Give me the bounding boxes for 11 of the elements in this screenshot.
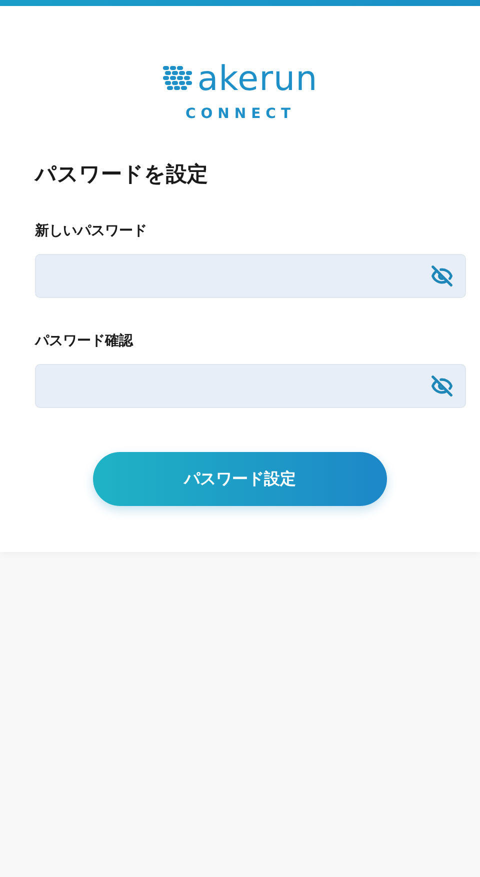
eye-off-icon[interactable] bbox=[431, 265, 453, 287]
logo-wordmark: akerun bbox=[197, 60, 318, 98]
eye-off-icon[interactable] bbox=[431, 375, 453, 397]
logo-icon bbox=[163, 66, 194, 92]
field-label: パスワード確認 bbox=[35, 332, 134, 350]
field-label: 新しいパスワード bbox=[35, 222, 148, 240]
logo-subtitle: CONNECT bbox=[186, 106, 296, 122]
password-field[interactable] bbox=[35, 254, 466, 298]
page-title: パスワードを設定 bbox=[35, 161, 209, 188]
password-field[interactable] bbox=[35, 364, 466, 408]
submit-button[interactable]: パスワード設定 bbox=[93, 452, 387, 506]
